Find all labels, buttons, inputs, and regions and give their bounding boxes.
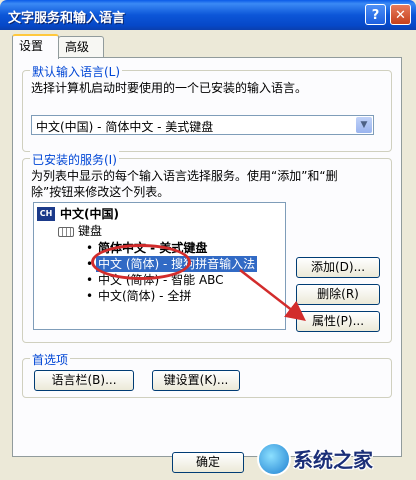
tab-settings[interactable]: 设置 [12,34,59,59]
annotation-arrow-icon [239,269,306,322]
dialog-window: 文字服务和输入语言 ? ✕ 设置 高级 默认输入语言(L) 选择计算机启动时要使… [0,0,416,480]
watermark-text: 系统之家 [293,448,373,472]
tab-settings-label: 设置 [19,39,44,53]
watermark-logo-icon [257,442,291,476]
watermark: 系统之家 [255,438,415,478]
